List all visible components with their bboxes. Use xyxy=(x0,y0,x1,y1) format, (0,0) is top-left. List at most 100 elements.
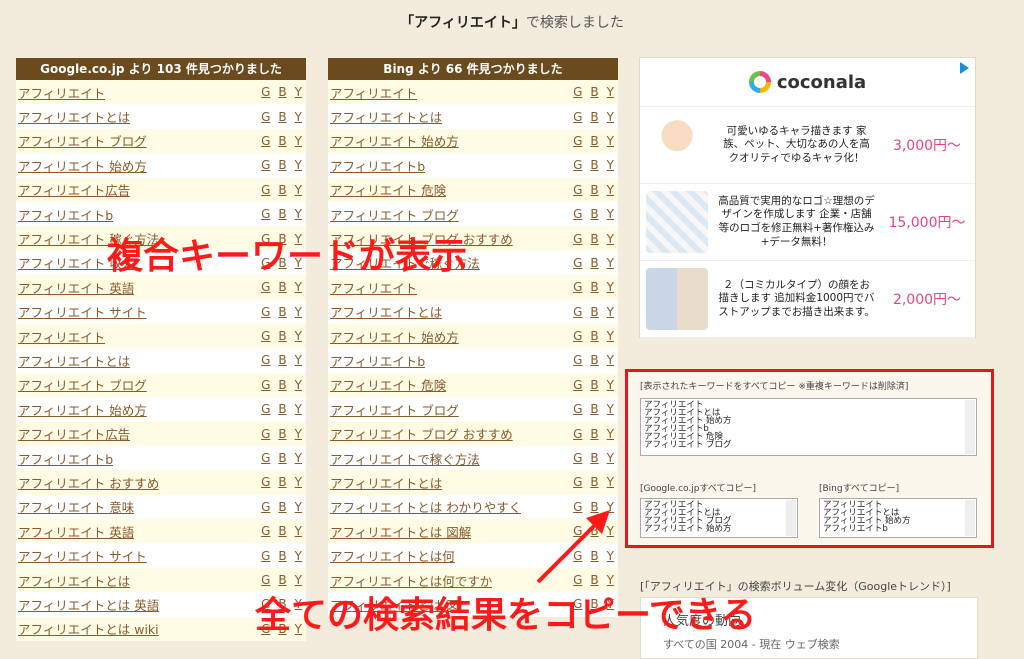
keyword-link[interactable]: アフィリエイトで稼ぐ方法 xyxy=(330,449,480,468)
google-search-link[interactable]: G xyxy=(261,573,270,587)
yahoo-search-link[interactable]: Y xyxy=(295,207,302,221)
bing-search-link[interactable]: B xyxy=(590,158,598,172)
yahoo-search-link[interactable]: Y xyxy=(607,158,614,172)
google-search-link[interactable]: G xyxy=(261,402,270,416)
google-search-link[interactable]: G xyxy=(261,378,270,392)
yahoo-search-link[interactable]: Y xyxy=(295,402,302,416)
yahoo-search-link[interactable]: Y xyxy=(607,110,614,124)
yahoo-search-link[interactable]: Y xyxy=(607,329,614,343)
keyword-link[interactable]: アフィリエイトb xyxy=(330,351,425,370)
bing-search-link[interactable]: B xyxy=(590,353,598,367)
keyword-link[interactable]: アフィリエイトb xyxy=(18,449,113,468)
bing-search-link[interactable]: B xyxy=(590,329,598,343)
google-search-link[interactable]: G xyxy=(261,524,270,538)
yahoo-search-link[interactable]: Y xyxy=(607,280,614,294)
bing-search-link[interactable]: B xyxy=(278,305,286,319)
google-search-link[interactable]: G xyxy=(261,183,270,197)
bing-search-link[interactable]: B xyxy=(278,329,286,343)
google-search-link[interactable]: G xyxy=(261,475,270,489)
bing-search-link[interactable]: B xyxy=(590,402,598,416)
scrollbar[interactable] xyxy=(965,400,975,454)
keyword-link[interactable]: アフィリエイト xyxy=(18,327,105,346)
yahoo-search-link[interactable]: Y xyxy=(295,353,302,367)
bing-search-link[interactable]: B xyxy=(278,500,286,514)
google-search-link[interactable]: G xyxy=(261,305,270,319)
bing-search-link[interactable]: B xyxy=(590,256,598,270)
keyword-link[interactable]: アフィリエイトとは wiki xyxy=(18,619,159,638)
google-search-link[interactable]: G xyxy=(573,305,582,319)
yahoo-search-link[interactable]: Y xyxy=(607,134,614,148)
bing-search-link[interactable]: B xyxy=(278,158,286,172)
yahoo-search-link[interactable]: Y xyxy=(295,524,302,538)
bing-search-link[interactable]: B xyxy=(278,280,286,294)
keyword-link[interactable]: アフィリエイト広告 xyxy=(18,424,130,443)
yahoo-search-link[interactable]: Y xyxy=(295,280,302,294)
yahoo-search-link[interactable]: Y xyxy=(295,427,302,441)
bing-search-link[interactable]: B xyxy=(590,427,598,441)
yahoo-search-link[interactable]: Y xyxy=(295,134,302,148)
google-search-link[interactable]: G xyxy=(261,110,270,124)
keyword-link[interactable]: アフィリエイトとは xyxy=(18,571,130,590)
bing-search-link[interactable]: B xyxy=(278,85,286,99)
keyword-link[interactable]: アフィリエイト広告 xyxy=(18,180,130,199)
google-search-link[interactable]: G xyxy=(573,427,582,441)
ad-item[interactable]: 可愛いゆるキャラ描きます 家族、ペット、大切なあの人を高クオリティでゆるキャラ化… xyxy=(640,107,975,184)
google-search-link[interactable]: G xyxy=(573,353,582,367)
keyword-link[interactable]: アフィリエイト 英語 xyxy=(18,278,134,297)
keyword-link[interactable]: アフィリエイト 意味 xyxy=(18,497,134,516)
coconala-ad[interactable]: coconala 可愛いゆるキャラ描きます 家族、ペット、大切なあの人を高クオリ… xyxy=(639,57,976,338)
scrollbar[interactable] xyxy=(965,500,975,536)
google-search-link[interactable]: G xyxy=(573,451,582,465)
bing-search-link[interactable]: B xyxy=(278,183,286,197)
copy-google-textarea[interactable]: アフィリエイト アフィリエイトとは アフィリエイト ブログ アフィリエイト 始め… xyxy=(640,498,798,538)
bing-search-link[interactable]: B xyxy=(278,451,286,465)
yahoo-search-link[interactable]: Y xyxy=(295,573,302,587)
yahoo-search-link[interactable]: Y xyxy=(607,305,614,319)
keyword-link[interactable]: アフィリエイトとは xyxy=(330,107,442,126)
copy-all-textarea[interactable]: アフィリエイト アフィリエイトとは アフィリエイト 始め方 アフィリエイトb ア… xyxy=(640,398,977,456)
keyword-link[interactable]: アフィリエイト xyxy=(330,278,417,297)
yahoo-search-link[interactable]: Y xyxy=(607,207,614,221)
yahoo-search-link[interactable]: Y xyxy=(295,85,302,99)
bing-search-link[interactable]: B xyxy=(590,207,598,221)
scrollbar[interactable] xyxy=(786,500,796,536)
bing-search-link[interactable]: B xyxy=(278,110,286,124)
yahoo-search-link[interactable]: Y xyxy=(607,232,614,246)
keyword-link[interactable]: アフィリエイト xyxy=(18,83,105,102)
keyword-link[interactable]: アフィリエイト 始め方 xyxy=(18,156,147,175)
bing-search-link[interactable]: B xyxy=(590,451,598,465)
google-search-link[interactable]: G xyxy=(573,134,582,148)
google-search-link[interactable]: G xyxy=(573,183,582,197)
google-search-link[interactable]: G xyxy=(573,280,582,294)
bing-search-link[interactable]: B xyxy=(278,207,286,221)
bing-search-link[interactable]: B xyxy=(278,549,286,563)
bing-search-link[interactable]: B xyxy=(590,134,598,148)
google-search-link[interactable]: G xyxy=(261,158,270,172)
google-search-link[interactable]: G xyxy=(573,329,582,343)
adchoices-icon[interactable] xyxy=(960,62,969,74)
keyword-link[interactable]: アフィリエイト 危険 xyxy=(330,180,446,199)
yahoo-search-link[interactable]: Y xyxy=(607,427,614,441)
bing-search-link[interactable]: B xyxy=(278,402,286,416)
keyword-link[interactable]: アフィリエイトとは 英語 xyxy=(18,595,159,614)
yahoo-search-link[interactable]: Y xyxy=(607,353,614,367)
yahoo-search-link[interactable]: Y xyxy=(295,500,302,514)
keyword-link[interactable]: アフィリエイト ブログ xyxy=(18,375,147,394)
bing-search-link[interactable]: B xyxy=(278,524,286,538)
keyword-link[interactable]: アフィリエイト 始め方 xyxy=(18,400,147,419)
google-search-link[interactable]: G xyxy=(261,549,270,563)
google-search-link[interactable]: G xyxy=(573,378,582,392)
keyword-link[interactable]: アフィリエイト 危険 xyxy=(330,375,446,394)
google-search-link[interactable]: G xyxy=(573,475,582,489)
bing-search-link[interactable]: B xyxy=(278,427,286,441)
yahoo-search-link[interactable]: Y xyxy=(607,183,614,197)
keyword-link[interactable]: アフィリエイト サイト xyxy=(18,546,147,565)
google-search-link[interactable]: G xyxy=(261,329,270,343)
bing-search-link[interactable]: B xyxy=(590,378,598,392)
bing-search-link[interactable]: B xyxy=(278,475,286,489)
keyword-link[interactable]: アフィリエイトとは xyxy=(18,351,130,370)
keyword-link[interactable]: アフィリエイト 始め方 xyxy=(330,131,459,150)
bing-search-link[interactable]: B xyxy=(590,110,598,124)
keyword-link[interactable]: アフィリエイト xyxy=(330,83,417,102)
bing-search-link[interactable]: B xyxy=(590,280,598,294)
